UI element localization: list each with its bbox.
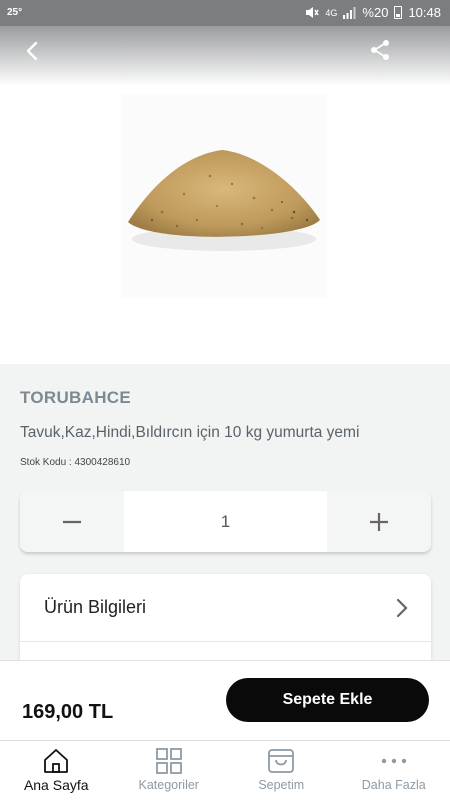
product-info-card: Ürün Bilgileri: [20, 574, 431, 674]
price: 169,00 TL: [22, 701, 114, 723]
back-button[interactable]: [22, 38, 46, 64]
tab-categories[interactable]: Kategoriler: [113, 741, 226, 800]
add-to-cart-button[interactable]: Sepete Ekle: [226, 678, 429, 722]
status-temperature: 25°: [7, 7, 23, 18]
tab-home-label: Ana Sayfa: [23, 777, 89, 793]
tab-more[interactable]: Daha Fazla: [338, 741, 450, 800]
chevron-right-icon: [396, 598, 408, 617]
back-arrow-icon: [26, 41, 38, 61]
share-icon: [371, 40, 389, 60]
quantity-increase-button[interactable]: [327, 491, 431, 552]
app-header: [0, 26, 450, 86]
quantity-stepper: 1: [20, 491, 431, 552]
tab-more-label: Daha Fazla: [361, 778, 426, 792]
network-type: 4G: [325, 7, 338, 18]
status-bar: 25° 4G %20 10:48: [0, 0, 450, 26]
signal-icon: [343, 6, 356, 19]
product-info-row[interactable]: Ürün Bilgileri: [20, 574, 431, 642]
stock-code: Stok Kodu : 4300428610: [20, 457, 131, 468]
home-icon: [44, 749, 69, 773]
product-brand: TORUBAHCE: [20, 388, 132, 407]
product-image-area: [0, 86, 450, 364]
quantity-decrease-button[interactable]: [20, 491, 124, 552]
tab-cart[interactable]: Sepetim: [225, 741, 338, 800]
status-icons: 4G %20 10:48: [305, 5, 441, 20]
product-image[interactable]: [122, 94, 326, 298]
plus-icon: [370, 512, 388, 531]
tab-cart-label: Sepetim: [258, 778, 305, 792]
share-button[interactable]: [368, 38, 392, 62]
product-name: Tavuk,Kaz,Hindi,Bıldırcın için 10 kg yum…: [20, 424, 360, 441]
clock: 10:48: [408, 5, 441, 20]
cart-icon: [268, 749, 295, 773]
product-photo-grain-feed: [128, 150, 320, 251]
quantity-value[interactable]: 1: [124, 491, 327, 552]
minus-icon: [63, 520, 81, 523]
purchase-bar: 169,00 TL Sepete Ekle: [0, 660, 450, 740]
tab-home[interactable]: Ana Sayfa: [0, 741, 113, 800]
mute-icon: [306, 7, 320, 18]
tab-categories-label: Kategoriler: [138, 778, 199, 792]
product-info-label: Ürün Bilgileri: [44, 597, 147, 617]
battery-percent: %20: [362, 5, 389, 20]
bottom-tab-bar: Ana Sayfa Kategoriler Sepetim Daha Fazla: [0, 740, 450, 800]
grid-icon: [155, 748, 182, 774]
battery-icon: [394, 6, 403, 19]
more-icon: [381, 758, 406, 764]
